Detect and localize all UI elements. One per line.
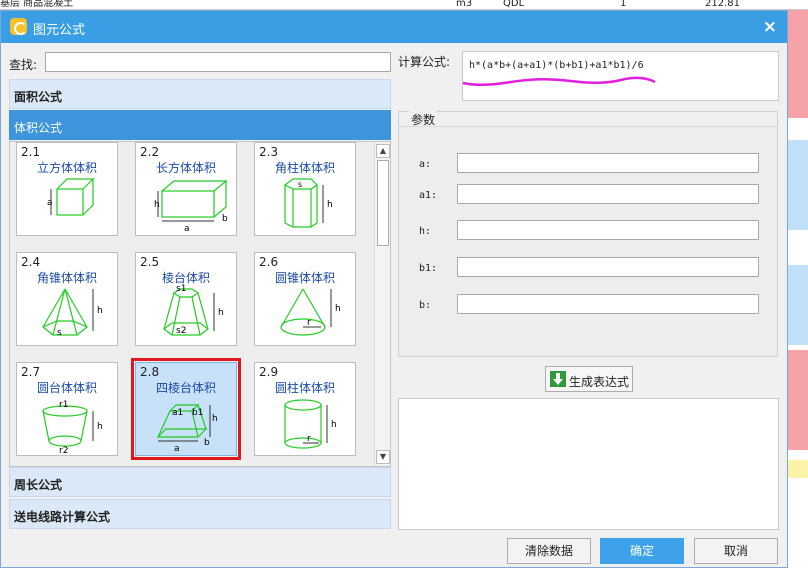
dim-label-h: h bbox=[331, 420, 337, 430]
expression-result-area[interactable] bbox=[398, 398, 779, 530]
cuboid-icon: h a b bbox=[154, 180, 228, 234]
bg-cell-unit: m3 bbox=[456, 0, 473, 9]
cancel-button[interactable]: 取消 bbox=[694, 538, 778, 564]
bg-cell-qty: 1 bbox=[620, 0, 627, 9]
dim-label-a: a bbox=[47, 198, 53, 208]
param-input-a[interactable] bbox=[457, 153, 759, 173]
dim-label-b: b bbox=[222, 214, 228, 224]
params-group: 参数 a: a1: h: b1: b: bbox=[398, 111, 778, 357]
tile-2-6[interactable]: 2.6 圆锥体体积 h r bbox=[254, 252, 356, 346]
tile-number: 2.7 bbox=[21, 365, 41, 379]
param-input-b[interactable] bbox=[457, 294, 759, 314]
bg-cell-amount: 212.81 bbox=[705, 0, 740, 9]
param-input-b1[interactable] bbox=[457, 257, 759, 277]
ok-button[interactable]: 确定 bbox=[600, 538, 684, 564]
param-label-h: h: bbox=[419, 226, 432, 237]
category-power-line[interactable]: 送电线路计算公式 bbox=[9, 499, 391, 529]
category-area[interactable]: 面积公式 bbox=[9, 79, 391, 109]
dim-label-h: h bbox=[97, 306, 103, 316]
params-panel: a: a1: h: b1: b: bbox=[399, 126, 777, 356]
tile-number: 2.2 bbox=[140, 145, 160, 159]
dim-label-a: a bbox=[184, 224, 190, 234]
search-input[interactable] bbox=[45, 52, 391, 72]
param-label-a: a: bbox=[419, 159, 432, 170]
prism-icon: s h bbox=[283, 178, 333, 228]
tile-2-4[interactable]: 2.4 角锥体体积 h s bbox=[16, 252, 118, 346]
tile-2-3[interactable]: 2.3 角柱体体积 s h bbox=[254, 142, 356, 236]
dim-label-h: h bbox=[97, 422, 103, 432]
scroll-up-arrow-icon[interactable]: ▲ bbox=[376, 144, 390, 158]
tile-number: 2.9 bbox=[259, 365, 279, 379]
tile-2-1[interactable]: 2.1 立方体体积 a bbox=[16, 142, 118, 236]
clear-data-button[interactable]: 清除数据 bbox=[507, 538, 591, 564]
category-volume[interactable]: 体积公式 bbox=[9, 110, 391, 140]
generate-expression-button[interactable]: 生成表达式 bbox=[545, 366, 633, 392]
formula-tile-grid: 2.1 立方体体积 a 2.2 长方体体积 h a b 2.3 角柱体体积 s … bbox=[9, 141, 391, 467]
param-label-a1: a1: bbox=[419, 190, 438, 201]
dim-label-s: s bbox=[298, 180, 302, 189]
param-input-h[interactable] bbox=[457, 220, 759, 240]
cube-icon: a bbox=[47, 178, 95, 216]
search-label: 查找: bbox=[9, 58, 38, 72]
dim-label-r1: r1 bbox=[59, 400, 68, 410]
background-table-row: 基层 商品混凝土 m3 QDL 1 212.81 bbox=[0, 0, 808, 10]
category-perimeter[interactable]: 周长公式 bbox=[9, 467, 391, 497]
formula-dialog: 图元公式 × 查找: 面积公式 体积公式 2.1 立方体体积 a 2.2 长方体… bbox=[0, 10, 788, 568]
tile-number: 2.1 bbox=[21, 145, 41, 159]
truncated-cone-icon: r1 h r2 bbox=[42, 400, 103, 455]
tile-number: 2.6 bbox=[259, 255, 279, 269]
param-label-b1: b1: bbox=[419, 263, 438, 274]
bg-strip-yellow bbox=[788, 460, 808, 478]
dim-label-s: s bbox=[57, 328, 62, 338]
tile-scrollbar[interactable]: ▲ ▼ bbox=[374, 142, 390, 466]
bg-cell-code: QDL bbox=[503, 0, 525, 9]
bg-strip-red bbox=[788, 10, 808, 118]
tile-number: 2.3 bbox=[259, 145, 279, 159]
close-button[interactable]: × bbox=[763, 17, 777, 37]
tile-2-9[interactable]: 2.9 圆柱体体积 h r bbox=[254, 362, 356, 456]
dialog-title: 图元公式 bbox=[33, 23, 86, 38]
dim-label-r2: r2 bbox=[59, 446, 68, 455]
dim-label-s1: s1 bbox=[176, 284, 186, 294]
pyramid-icon: h s bbox=[41, 288, 103, 338]
frustum-icon: s1 h s2 bbox=[163, 284, 224, 336]
app-icon bbox=[10, 18, 27, 35]
annotation-underline bbox=[462, 76, 656, 86]
dim-label-r: r bbox=[307, 434, 311, 444]
bg-strip-blue bbox=[788, 140, 808, 230]
formula-label: 计算公式: bbox=[398, 55, 451, 69]
dim-label-s2: s2 bbox=[176, 326, 186, 336]
cylinder-icon: h r bbox=[284, 399, 337, 449]
download-arrow-icon bbox=[550, 371, 566, 387]
dim-label-h: h bbox=[335, 304, 341, 314]
tile-number: 2.5 bbox=[140, 255, 160, 269]
dim-label-h: h bbox=[154, 200, 160, 210]
selection-highlight bbox=[131, 358, 241, 460]
dim-label-h: h bbox=[218, 308, 224, 318]
bg-strip-red-2 bbox=[788, 350, 808, 450]
cone-icon: h r bbox=[280, 288, 341, 336]
scroll-down-arrow-icon[interactable]: ▼ bbox=[376, 450, 390, 464]
bg-cell-name: 基层 商品混凝土 bbox=[0, 0, 74, 9]
tile-2-7[interactable]: 2.7 圆台体体积 r1 h r2 bbox=[16, 362, 118, 456]
scroll-thumb[interactable] bbox=[377, 160, 389, 246]
generate-expression-label: 生成表达式 bbox=[569, 375, 630, 389]
param-input-a1[interactable] bbox=[457, 184, 759, 204]
dim-label-h: h bbox=[327, 200, 333, 210]
tile-2-5[interactable]: 2.5 棱台体积 s1 h s2 bbox=[135, 252, 237, 346]
param-label-b: b: bbox=[419, 300, 432, 311]
tile-2-2[interactable]: 2.2 长方体体积 h a b bbox=[135, 142, 237, 236]
bg-strip-blue-2 bbox=[788, 265, 808, 345]
title-bar[interactable]: 图元公式 × bbox=[1, 11, 787, 43]
dim-label-r: r bbox=[307, 318, 311, 328]
tile-number: 2.4 bbox=[21, 255, 41, 269]
